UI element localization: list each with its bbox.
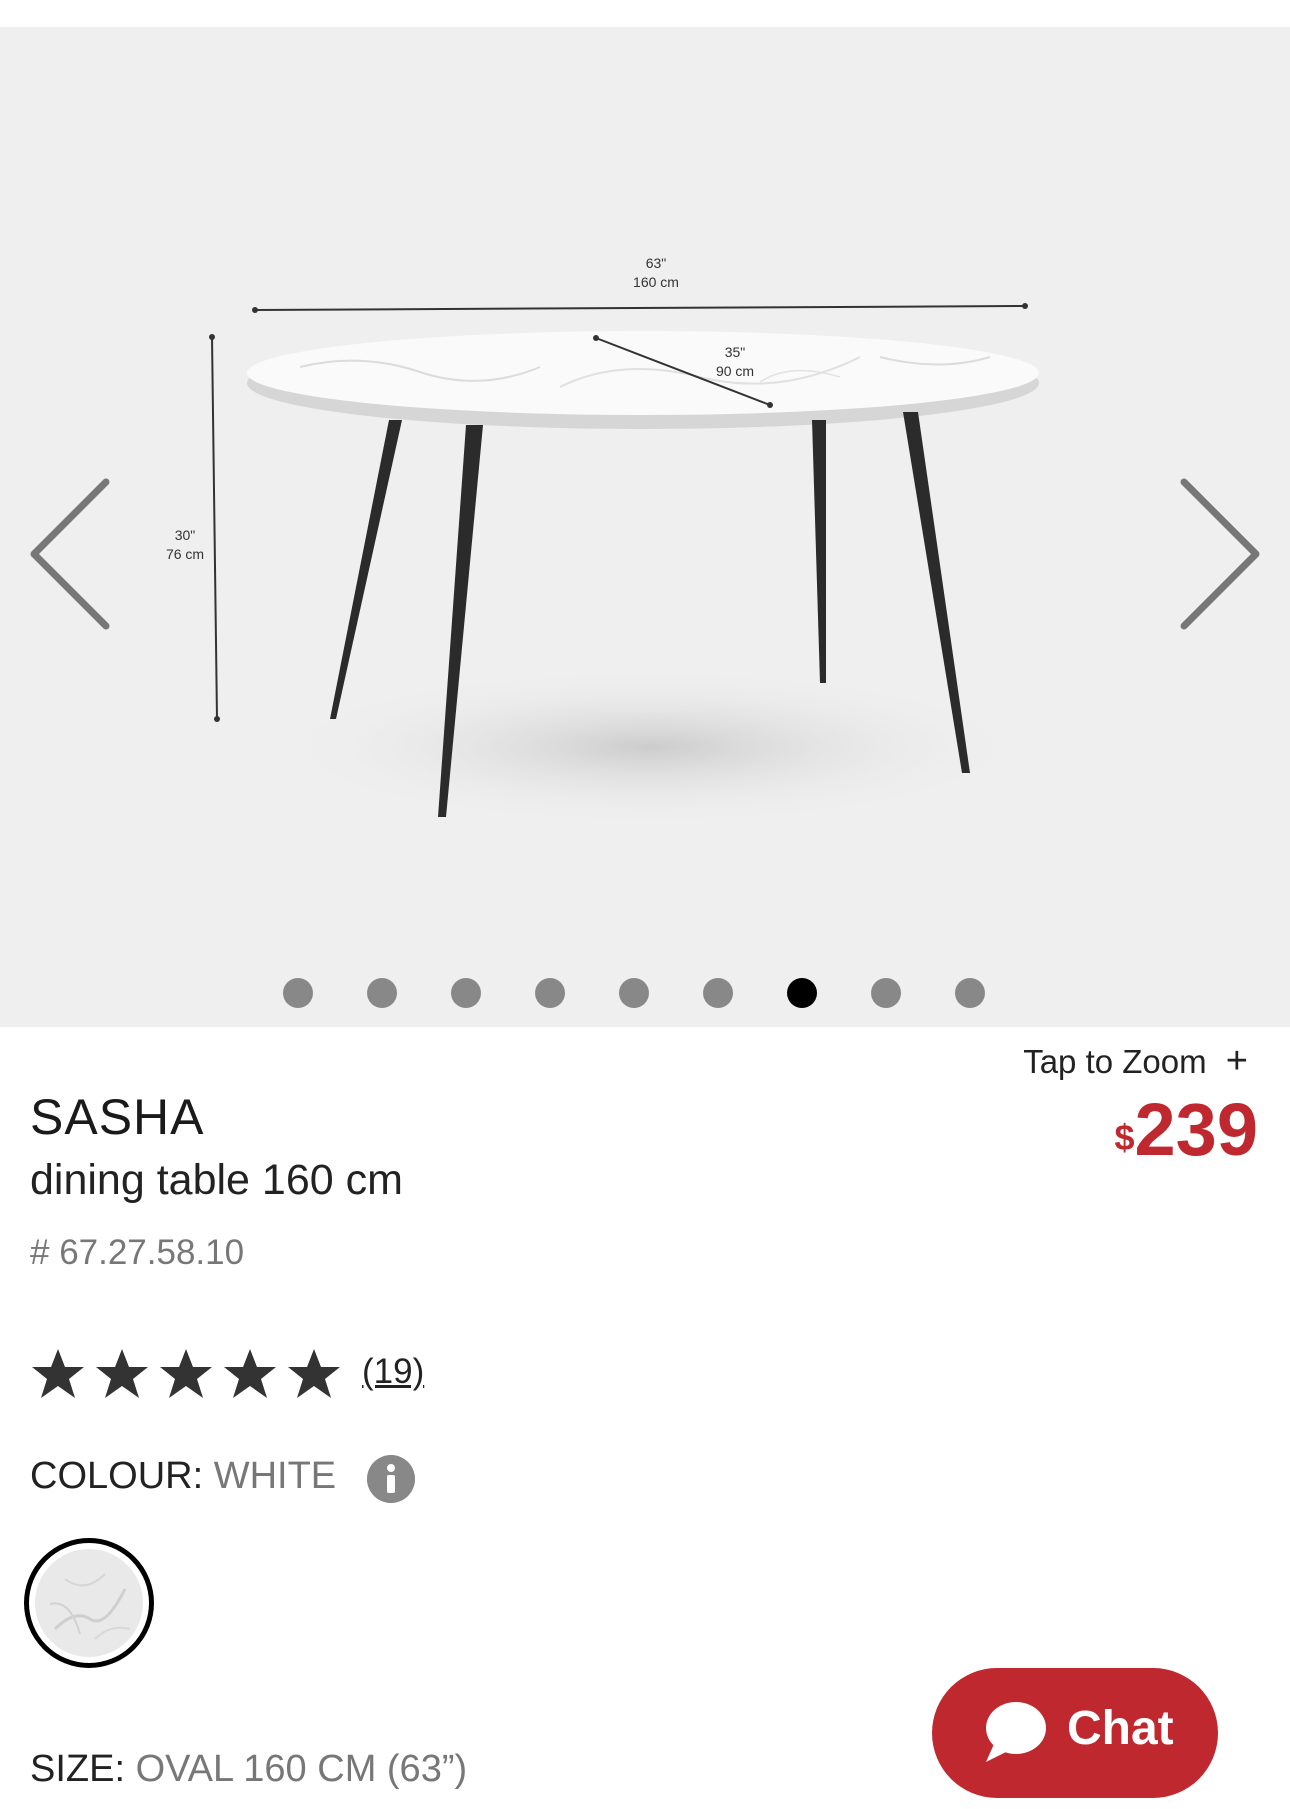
gallery-dot-active[interactable] <box>787 978 817 1008</box>
review-count-link[interactable]: (19) <box>362 1352 424 1392</box>
star-icon <box>96 1349 148 1398</box>
dimension-width-cm: 160 cm <box>633 274 679 290</box>
gallery-dot[interactable] <box>955 978 985 1008</box>
colour-value: WHITE <box>213 1455 337 1497</box>
size-value: OVAL 160 CM (63”) <box>135 1748 468 1790</box>
gallery-dot[interactable] <box>451 978 481 1008</box>
chevron-left-icon[interactable] <box>20 472 120 637</box>
gallery-dot[interactable] <box>283 978 313 1008</box>
price-amount: 239 <box>1134 1088 1258 1171</box>
star-icon <box>288 1349 340 1398</box>
product-price: $239 <box>1115 1090 1259 1170</box>
tap-to-zoom-label: Tap to Zoom <box>1023 1043 1207 1080</box>
size-label: SIZE: <box>30 1748 136 1790</box>
colour-selector-label: COLOUR: WHITE <box>30 1455 336 1498</box>
product-subtitle: dining table 160 cm <box>30 1156 403 1204</box>
plus-icon: + <box>1225 1040 1248 1082</box>
colour-swatch-white[interactable] <box>24 1538 154 1668</box>
gallery-dot[interactable] <box>703 978 733 1008</box>
size-selector-label: SIZE: OVAL 160 CM (63”) <box>30 1748 467 1791</box>
price-currency: $ <box>1114 1117 1135 1158</box>
gallery-pagination-dots <box>283 978 1003 1010</box>
gallery-dot[interactable] <box>367 978 397 1008</box>
star-rating <box>32 1349 340 1398</box>
star-icon <box>160 1349 212 1398</box>
chat-bubble-icon <box>986 1702 1046 1762</box>
gallery-dot[interactable] <box>619 978 649 1008</box>
product-image[interactable]: 63" 160 cm 35" 90 cm 30" 76 cm <box>0 27 1290 1027</box>
gallery-dot[interactable] <box>535 978 565 1008</box>
marble-swatch-image <box>35 1549 143 1657</box>
product-image-gallery[interactable]: 63" 160 cm 35" 90 cm 30" 76 cm <box>0 27 1290 1027</box>
dimension-width-inches: 63" <box>646 255 667 271</box>
colour-label: COLOUR: <box>30 1455 214 1497</box>
product-brand: SASHA <box>30 1089 205 1145</box>
star-icon <box>224 1349 276 1398</box>
dimension-height-cm: 76 cm <box>166 546 204 562</box>
chat-button[interactable]: Chat <box>932 1668 1218 1798</box>
star-icon <box>32 1349 84 1398</box>
chat-label: Chat <box>1067 1702 1174 1755</box>
dimension-depth-inches: 35" <box>725 344 746 360</box>
info-icon[interactable] <box>367 1455 415 1503</box>
gallery-dot[interactable] <box>871 978 901 1008</box>
tap-to-zoom-button[interactable]: Tap to Zoom + <box>1023 1040 1248 1083</box>
chevron-right-icon[interactable] <box>1170 472 1270 637</box>
product-sku: # 67.27.58.10 <box>30 1233 245 1272</box>
dimension-depth-cm: 90 cm <box>716 363 754 379</box>
dimension-height-inches: 30" <box>175 527 196 543</box>
